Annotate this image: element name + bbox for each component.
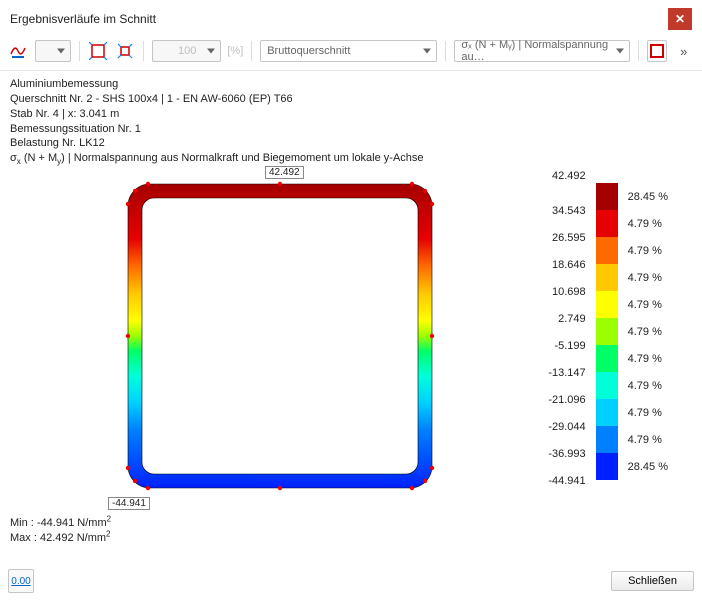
info-line-5: Belastung Nr. LK12 <box>10 136 692 151</box>
info-line-4: Bemessungssituation Nr. 1 <box>10 122 692 137</box>
legend-value: 42.492 <box>548 170 585 197</box>
min-value-label: -44.941 <box>108 497 150 510</box>
zoom-unit-label: [%] <box>227 45 243 57</box>
toolbar: 100 [%] Bruttoquerschnitt σₓ (N + Mᵧ) | … <box>0 36 702 71</box>
legend-swatch <box>596 453 618 480</box>
legend-value: -21.096 <box>548 386 585 413</box>
legend-value: -44.941 <box>548 467 585 494</box>
close-button[interactable]: Schließen <box>611 571 694 591</box>
legend-value: 10.698 <box>548 278 585 305</box>
legend-swatch <box>596 210 618 237</box>
cross-section-value: Bruttoquerschnitt <box>267 45 350 57</box>
legend-swatch <box>596 291 618 318</box>
minmax-block: Min : -44.941 N/mm2 Max : 42.492 N/mm2 <box>10 516 111 546</box>
legend-swatch <box>596 237 618 264</box>
legend-value: -36.993 <box>548 440 585 467</box>
max-value-label: 42.492 <box>265 166 304 179</box>
close-icon[interactable]: ✕ <box>668 8 692 30</box>
legend-swatch <box>596 183 618 210</box>
info-line-2: Querschnitt Nr. 2 - SHS 100x4 | 1 - EN A… <box>10 92 692 107</box>
stress-type-select[interactable]: σₓ (N + Mᵧ) | Normalspannung au… <box>454 40 629 62</box>
legend-value: 18.646 <box>548 251 585 278</box>
legend-swatch <box>596 345 618 372</box>
legend-value: -5.199 <box>548 332 585 359</box>
zoom-value: 100 <box>178 45 196 57</box>
color-legend: 42.49234.54326.59518.64610.6982.749-5.19… <box>548 170 668 494</box>
more-tools-icon[interactable]: » <box>673 40 694 62</box>
info-block: Aluminiumbemessung Querschnitt Nr. 2 - S… <box>0 71 702 168</box>
info-line-1: Aluminiumbemessung <box>10 77 692 92</box>
legend-percentage: 4.79 % <box>628 345 668 372</box>
legend-percentage: 4.79 % <box>628 210 668 237</box>
window-title: Ergebnisverläufe im Schnitt <box>10 12 668 26</box>
cross-section-plot: 42.492 -44.941 <box>120 176 440 496</box>
legend-percentage: 4.79 % <box>628 291 668 318</box>
legend-percentage: 4.79 % <box>628 399 668 426</box>
view-zoom-icon[interactable] <box>114 40 135 62</box>
legend-swatch <box>596 399 618 426</box>
zoom-select[interactable]: 100 <box>152 40 221 62</box>
legend-value: 34.543 <box>548 197 585 224</box>
legend-percentage: 4.79 % <box>628 264 668 291</box>
stress-type-value: σₓ (N + Mᵧ) | Normalspannung au… <box>461 39 610 63</box>
info-line-3: Stab Nr. 4 | x: 3.041 m <box>10 107 692 122</box>
legend-percentage: 4.79 % <box>628 372 668 399</box>
legend-value: 2.749 <box>548 305 585 332</box>
cross-section-select[interactable]: Bruttoquerschnitt <box>260 40 437 62</box>
legend-swatch <box>596 264 618 291</box>
view-extents-icon[interactable] <box>88 40 109 62</box>
legend-percentage: 4.79 % <box>628 237 668 264</box>
legend-swatch <box>596 372 618 399</box>
legend-swatch <box>596 318 618 345</box>
legend-value: 26.595 <box>548 224 585 251</box>
canvas-area: 42.492 -44.941 42.49234.54326.59518.6461… <box>0 170 702 530</box>
info-line-6: σx (N + My) | Normalspannung aus Normalk… <box>10 151 692 166</box>
decimal-places-button[interactable]: 0.00 <box>8 569 34 593</box>
legend-swatch <box>596 426 618 453</box>
legend-percentage: 28.45 % <box>628 453 668 480</box>
legend-percentage: 4.79 % <box>628 318 668 345</box>
smooth-mode-dropdown[interactable] <box>35 40 71 62</box>
smooth-results-icon[interactable] <box>8 40 29 62</box>
legend-value: -29.044 <box>548 413 585 440</box>
legend-percentage: 28.45 % <box>628 183 668 210</box>
section-bounds-icon[interactable] <box>647 40 668 62</box>
legend-percentage: 4.79 % <box>628 426 668 453</box>
legend-value: -13.147 <box>548 359 585 386</box>
